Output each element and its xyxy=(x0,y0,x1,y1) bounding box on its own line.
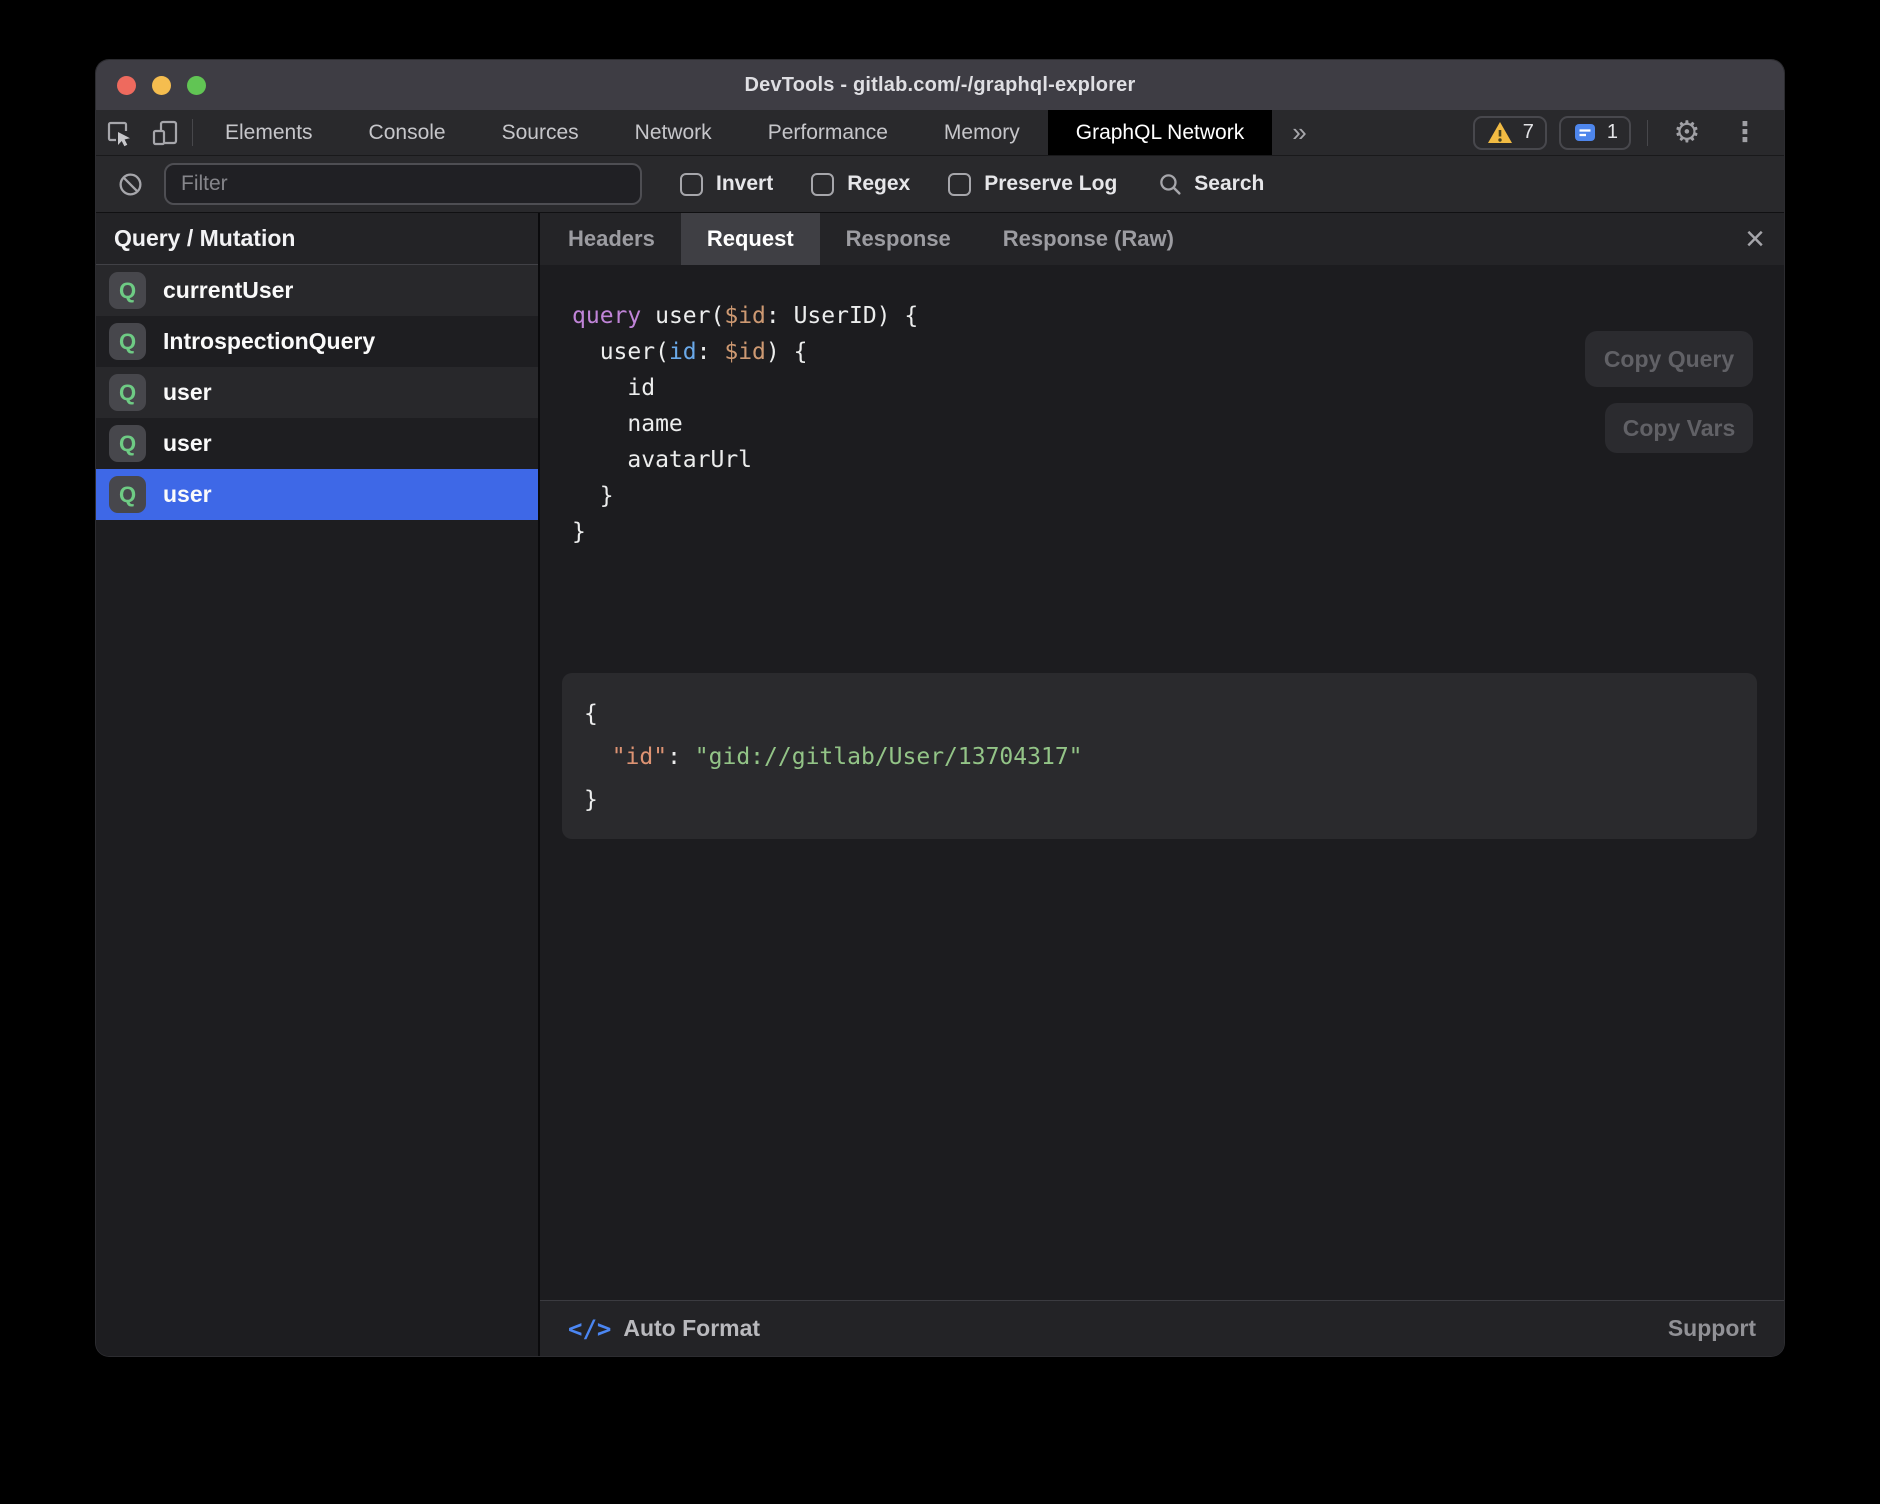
tab-console[interactable]: Console xyxy=(341,110,474,155)
detail-tab-bar: Headers Request Response Response (Raw) … xyxy=(540,213,1784,265)
auto-format-button[interactable]: </> Auto Format xyxy=(568,1315,760,1343)
regex-label: Regex xyxy=(847,172,910,196)
traffic-lights xyxy=(117,76,206,95)
query-list-item-selected[interactable]: Q user xyxy=(96,469,538,520)
regex-checkbox[interactable] xyxy=(811,173,834,196)
support-link[interactable]: Support xyxy=(1668,1315,1756,1342)
query-list-item[interactable]: Q user xyxy=(96,418,538,469)
query-list-item[interactable]: Q user xyxy=(96,367,538,418)
filter-bar: Invert Regex Preserve Log Search xyxy=(96,156,1784,213)
invert-checkbox[interactable] xyxy=(680,173,703,196)
invert-label: Invert xyxy=(716,172,773,196)
close-window-button[interactable] xyxy=(117,76,136,95)
query-type-badge: Q xyxy=(109,272,146,309)
query-name: user xyxy=(163,481,212,508)
query-name: IntrospectionQuery xyxy=(163,328,375,355)
request-detail-panel: Headers Request Response Response (Raw) … xyxy=(540,213,1784,1356)
kebab-menu-icon: ⋮ xyxy=(1732,119,1759,146)
tab-graphql-network[interactable]: GraphQL Network xyxy=(1048,110,1272,155)
query-list-item[interactable]: Q currentUser xyxy=(96,265,538,316)
preserve-log-checkbox[interactable] xyxy=(948,173,971,196)
detail-footer: </> Auto Format Support xyxy=(540,1300,1784,1356)
tab-sources[interactable]: Sources xyxy=(474,110,607,155)
query-variables-box: { "id": "gid://gitlab/User/13704317"} xyxy=(562,673,1757,839)
search-button[interactable]: Search xyxy=(1157,171,1264,198)
window-title: DevTools - gitlab.com/-/graphql-explorer xyxy=(744,74,1135,97)
tab-performance[interactable]: Performance xyxy=(740,110,916,155)
devtools-window: DevTools - gitlab.com/-/graphql-explorer… xyxy=(96,60,1784,1356)
warnings-badge[interactable]: 7 xyxy=(1473,116,1547,150)
invert-checkbox-group: Invert xyxy=(680,172,773,196)
preserve-log-label: Preserve Log xyxy=(984,172,1117,196)
chevron-double-right-icon: » xyxy=(1292,117,1306,148)
code-brackets-icon: </> xyxy=(568,1315,611,1343)
main-menu-button[interactable]: ⋮ xyxy=(1722,119,1768,146)
device-toolbar-icon xyxy=(150,118,180,148)
regex-checkbox-group: Regex xyxy=(811,172,910,196)
more-tabs-button[interactable]: » xyxy=(1272,110,1326,155)
issues-badge[interactable]: 1 xyxy=(1559,116,1631,150)
copy-query-button[interactable]: Copy Query xyxy=(1585,331,1753,387)
filter-input[interactable] xyxy=(164,163,642,205)
tab-elements[interactable]: Elements xyxy=(197,110,341,155)
content-area: Query / Mutation Q currentUser Q Introsp… xyxy=(96,213,1784,1356)
query-list-panel: Query / Mutation Q currentUser Q Introsp… xyxy=(96,213,540,1356)
close-detail-button[interactable]: × xyxy=(1726,213,1784,265)
minimize-window-button[interactable] xyxy=(152,76,171,95)
warnings-count: 7 xyxy=(1523,121,1534,144)
query-list-item[interactable]: Q IntrospectionQuery xyxy=(96,316,538,367)
close-icon: × xyxy=(1745,220,1765,259)
block-clear-icon[interactable] xyxy=(117,171,144,198)
query-name: currentUser xyxy=(163,277,293,304)
inspect-cursor-icon xyxy=(104,118,134,148)
issues-count: 1 xyxy=(1607,121,1618,144)
search-icon xyxy=(1157,171,1184,198)
toolbar-right-controls: 7 1 ⚙ ⋮ xyxy=(1473,110,1784,155)
query-type-badge: Q xyxy=(109,374,146,411)
zoom-window-button[interactable] xyxy=(187,76,206,95)
title-bar: DevTools - gitlab.com/-/graphql-explorer xyxy=(96,60,1784,110)
search-label: Search xyxy=(1194,172,1264,196)
tab-response[interactable]: Response xyxy=(820,213,977,265)
query-name: user xyxy=(163,379,212,406)
tab-response-raw[interactable]: Response (Raw) xyxy=(977,213,1200,265)
query-type-badge: Q xyxy=(109,323,146,360)
tab-request[interactable]: Request xyxy=(681,213,820,265)
query-list-header: Query / Mutation xyxy=(96,213,538,265)
query-type-badge: Q xyxy=(109,476,146,513)
graphql-query-code: query user($id: UserID) { user(id: $id) … xyxy=(572,298,918,550)
toolbar-separator xyxy=(1647,120,1648,146)
inspect-element-button[interactable] xyxy=(96,110,142,155)
message-icon xyxy=(1572,120,1598,146)
tab-memory[interactable]: Memory xyxy=(916,110,1048,155)
toolbar-separator xyxy=(192,119,193,146)
copy-vars-button[interactable]: Copy Vars xyxy=(1605,403,1753,453)
tab-headers[interactable]: Headers xyxy=(542,213,681,265)
devtools-toolbar: Elements Console Sources Network Perform… xyxy=(96,110,1784,156)
device-toolbar-button[interactable] xyxy=(142,110,188,155)
preserve-log-checkbox-group: Preserve Log xyxy=(948,172,1117,196)
auto-format-label: Auto Format xyxy=(623,1315,760,1342)
query-type-badge: Q xyxy=(109,425,146,462)
warning-triangle-icon xyxy=(1486,120,1514,146)
settings-button[interactable]: ⚙ xyxy=(1664,118,1710,148)
request-body-area: query user($id: UserID) { user(id: $id) … xyxy=(540,265,1784,1300)
tab-network[interactable]: Network xyxy=(607,110,740,155)
query-name: user xyxy=(163,430,212,457)
gear-icon: ⚙ xyxy=(1674,118,1701,148)
